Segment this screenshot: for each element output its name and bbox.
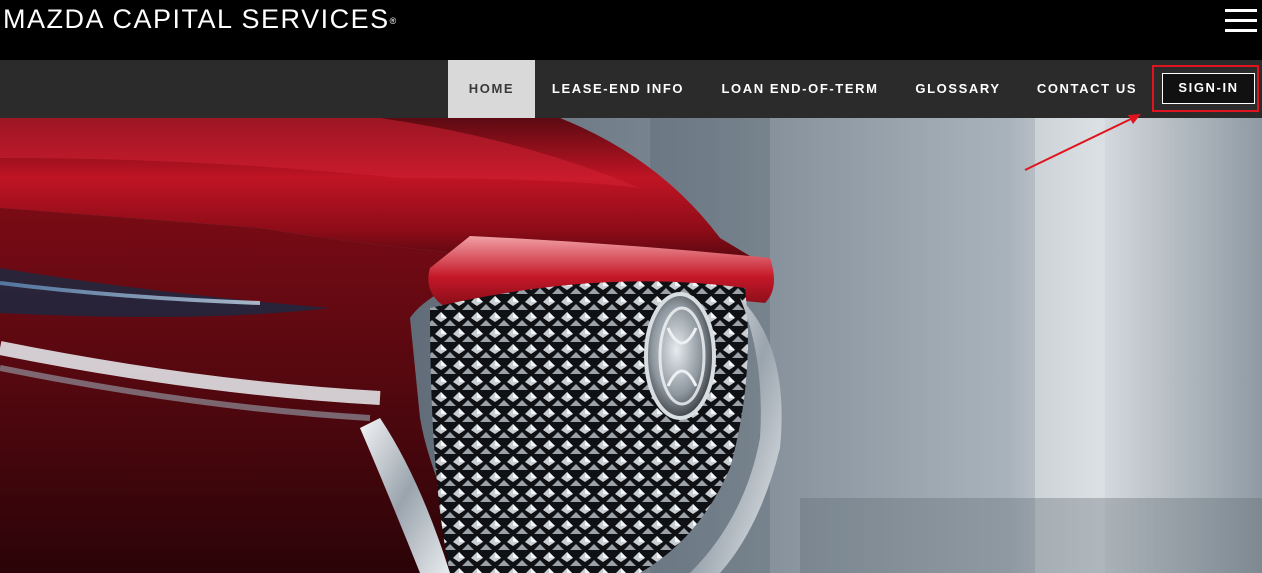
brand-logo-text: MAZDA CAPITAL SERVICES (3, 4, 390, 34)
nav-item-contact-us[interactable]: CONTACT US (1027, 60, 1147, 118)
nav-item-lease-end-info[interactable]: LEASE-END INFO (545, 60, 691, 118)
sign-in-highlight-box (1152, 65, 1259, 112)
nav-item-loan-end-of-term[interactable]: LOAN END-OF-TERM (710, 60, 890, 118)
page: MAZDA CAPITAL SERVICES® HOME LEASE-END I… (0, 0, 1262, 573)
main-nav: HOME LEASE-END INFO LOAN END-OF-TERM GLO… (0, 60, 1262, 118)
brand-logo[interactable]: MAZDA CAPITAL SERVICES® (3, 4, 396, 34)
brand-bar: MAZDA CAPITAL SERVICES® (0, 0, 1262, 60)
nav-item-home[interactable]: HOME (448, 60, 535, 118)
hero-car-illustration (0, 118, 1262, 573)
hamburger-menu-icon[interactable] (1225, 9, 1257, 35)
hero-image (0, 118, 1262, 573)
nav-item-glossary[interactable]: GLOSSARY (908, 60, 1008, 118)
trademark-mark: ® (389, 16, 397, 26)
